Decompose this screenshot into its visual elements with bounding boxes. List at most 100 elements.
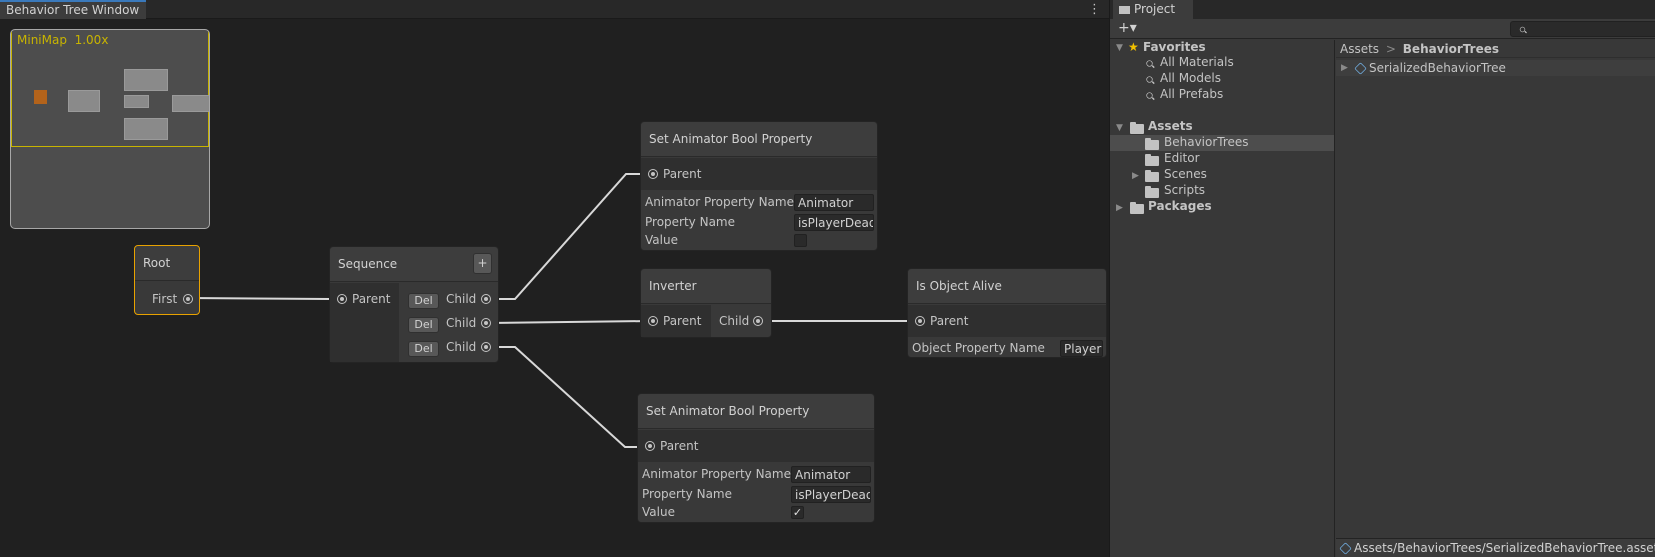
tree-item-scenes[interactable]: Scenes — [1164, 167, 1207, 183]
root-first-port[interactable] — [183, 294, 193, 304]
breadcrumb-current[interactable]: BehaviorTrees — [1403, 42, 1499, 56]
node-is-object-alive[interactable]: Is Object Alive Parent Object Property N… — [907, 268, 1107, 358]
setbool2-value-checkbox[interactable]: ✓ — [791, 506, 804, 519]
node-inverter-title: Inverter — [641, 269, 771, 304]
edge-root-sequence — [187, 297, 331, 300]
tree-item-packages[interactable]: Packages — [1148, 199, 1212, 215]
folder-icon — [1145, 138, 1159, 150]
inverter-child-port[interactable] — [753, 316, 763, 326]
breadcrumb-assets[interactable]: Assets — [1340, 42, 1379, 56]
setbool2-parent-label: Parent — [660, 439, 699, 453]
edge-sequence-setbool1 — [488, 173, 651, 300]
asset-list-item[interactable]: ▶ SerializedBehaviorTree — [1336, 60, 1655, 76]
node-sequence[interactable]: Sequence + Parent Del Child Del Child De… — [329, 246, 499, 363]
breadcrumb: Assets > BehaviorTrees — [1336, 40, 1655, 58]
setbool2-property-name-label: Property Name — [642, 487, 732, 501]
node-set-animator-bool-1-title: Set Animator Bool Property — [641, 122, 877, 157]
tree-item-all-prefabs[interactable]: All Prefabs — [1160, 87, 1223, 103]
behavior-tree-asset-icon — [1339, 542, 1352, 555]
setbool1-parent-port[interactable] — [648, 169, 658, 179]
minimap-zoom: 1.00x — [74, 33, 109, 47]
isalive-object-property-label: Object Property Name — [912, 341, 1045, 355]
project-panel: Project +▾ ▼ ★ Favorites All Materials A… — [1109, 0, 1655, 557]
sequence-child-3-port[interactable] — [481, 342, 491, 352]
scenes-expand-arrow[interactable]: ▶ — [1132, 171, 1139, 181]
setbool2-animator-property-label: Animator Property Name — [642, 467, 791, 481]
tree-item-all-models[interactable]: All Models — [1160, 71, 1221, 87]
project-content: Assets > BehaviorTrees ▶ SerializedBehav… — [1336, 40, 1655, 557]
del-child-3-button[interactable]: Del — [408, 341, 439, 357]
setbool2-parent-port[interactable] — [645, 441, 655, 451]
isalive-parent-port[interactable] — [915, 316, 925, 326]
node-set-animator-bool-2[interactable]: Set Animator Bool Property Parent Animat… — [637, 393, 875, 523]
folder-icon — [1145, 170, 1159, 182]
search-icon — [1519, 26, 1526, 33]
setbool1-parent-label: Parent — [663, 167, 702, 181]
node-root[interactable]: Root First — [134, 245, 200, 315]
folder-icon — [1145, 186, 1159, 198]
minimap-isalive-block — [172, 95, 209, 112]
root-first-label: First — [152, 292, 178, 306]
favorites-label: Favorites — [1142, 40, 1206, 54]
tree-item-scripts[interactable]: Scripts — [1164, 183, 1205, 199]
setbool2-property-name-input[interactable]: isPlayerDead — [791, 486, 871, 503]
project-tab-label: Project — [1134, 2, 1176, 16]
setbool2-animator-property-input[interactable]: Animator — [791, 466, 871, 483]
tab-project[interactable]: Project — [1113, 0, 1193, 19]
minimap-viewport[interactable] — [11, 30, 209, 147]
status-path: Assets/BehaviorTrees/SerializedBehaviorT… — [1354, 541, 1655, 555]
edge-sequence-inverter — [487, 320, 652, 324]
folder-open-icon — [1130, 122, 1144, 134]
behavior-tree-asset-icon — [1354, 62, 1367, 75]
minimap-title: MiniMap 1.00x — [17, 33, 108, 47]
project-tab-bar: Project — [1110, 0, 1655, 19]
tree-item-favorites[interactable]: ★ Favorites — [1128, 40, 1206, 56]
del-child-2-button[interactable]: Del — [408, 317, 439, 333]
project-toolbar: +▾ — [1110, 19, 1655, 39]
isalive-object-property-input[interactable]: Player — [1060, 340, 1103, 357]
edge-sequence-setbool2 — [488, 346, 648, 448]
assets-expand-arrow[interactable]: ▼ — [1116, 123, 1123, 133]
behavior-tree-window: Behavior Tree Window ⋮ MiniMap 1.00x Roo… — [0, 0, 1109, 557]
create-plus-icon[interactable]: +▾ — [1118, 20, 1137, 36]
minimap[interactable]: MiniMap 1.00x — [10, 29, 210, 229]
inverter-child-label: Child — [719, 314, 750, 328]
sequence-child-2-port[interactable] — [481, 318, 491, 328]
tree-item-assets[interactable]: Assets — [1148, 119, 1193, 135]
setbool1-animator-property-label: Animator Property Name — [645, 195, 794, 209]
favorites-expand-arrow[interactable]: ▼ — [1116, 43, 1123, 53]
setbool1-value-checkbox[interactable] — [794, 234, 807, 247]
search-icon — [1146, 60, 1153, 67]
sequence-child-1-label: Child — [446, 292, 477, 306]
sequence-parent-port[interactable] — [337, 294, 347, 304]
minimap-label: MiniMap — [17, 33, 67, 47]
node-root-title: Root — [135, 246, 199, 281]
inverter-parent-port[interactable] — [648, 316, 658, 326]
node-set-animator-bool-1[interactable]: Set Animator Bool Property Parent Animat… — [640, 121, 878, 251]
asset-label: SerializedBehaviorTree — [1354, 61, 1506, 75]
setbool1-property-name-input[interactable]: isPlayerDead — [794, 214, 874, 231]
minimap-setbool1-block — [124, 69, 168, 91]
tree-item-all-materials[interactable]: All Materials — [1160, 55, 1234, 71]
search-icon — [1146, 92, 1153, 99]
star-icon: ★ — [1128, 40, 1139, 54]
packages-expand-arrow[interactable]: ▶ — [1116, 203, 1123, 213]
node-inverter[interactable]: Inverter Parent Child — [640, 268, 772, 338]
setbool1-animator-property-input[interactable]: Animator — [794, 194, 874, 211]
tree-item-editor[interactable]: Editor — [1164, 151, 1200, 167]
inverter-parent-label: Parent — [663, 314, 702, 328]
del-child-1-button[interactable]: Del — [408, 293, 439, 309]
minimap-sequence-block — [68, 90, 100, 112]
isalive-parent-label: Parent — [930, 314, 969, 328]
minimap-inverter-block — [124, 95, 149, 108]
asset-name: SerializedBehaviorTree — [1369, 61, 1506, 75]
asset-expand-arrow[interactable]: ▶ — [1341, 63, 1348, 73]
tree-item-behaviortrees[interactable]: BehaviorTrees — [1164, 135, 1249, 151]
node-set-animator-bool-2-title: Set Animator Bool Property — [638, 394, 874, 429]
project-search-input[interactable] — [1510, 21, 1655, 37]
sequence-child-1-port[interactable] — [481, 294, 491, 304]
setbool1-property-name-label: Property Name — [645, 215, 735, 229]
folder-icon — [1119, 5, 1130, 14]
setbool1-value-label: Value — [645, 233, 678, 247]
add-child-button[interactable]: + — [473, 253, 492, 274]
